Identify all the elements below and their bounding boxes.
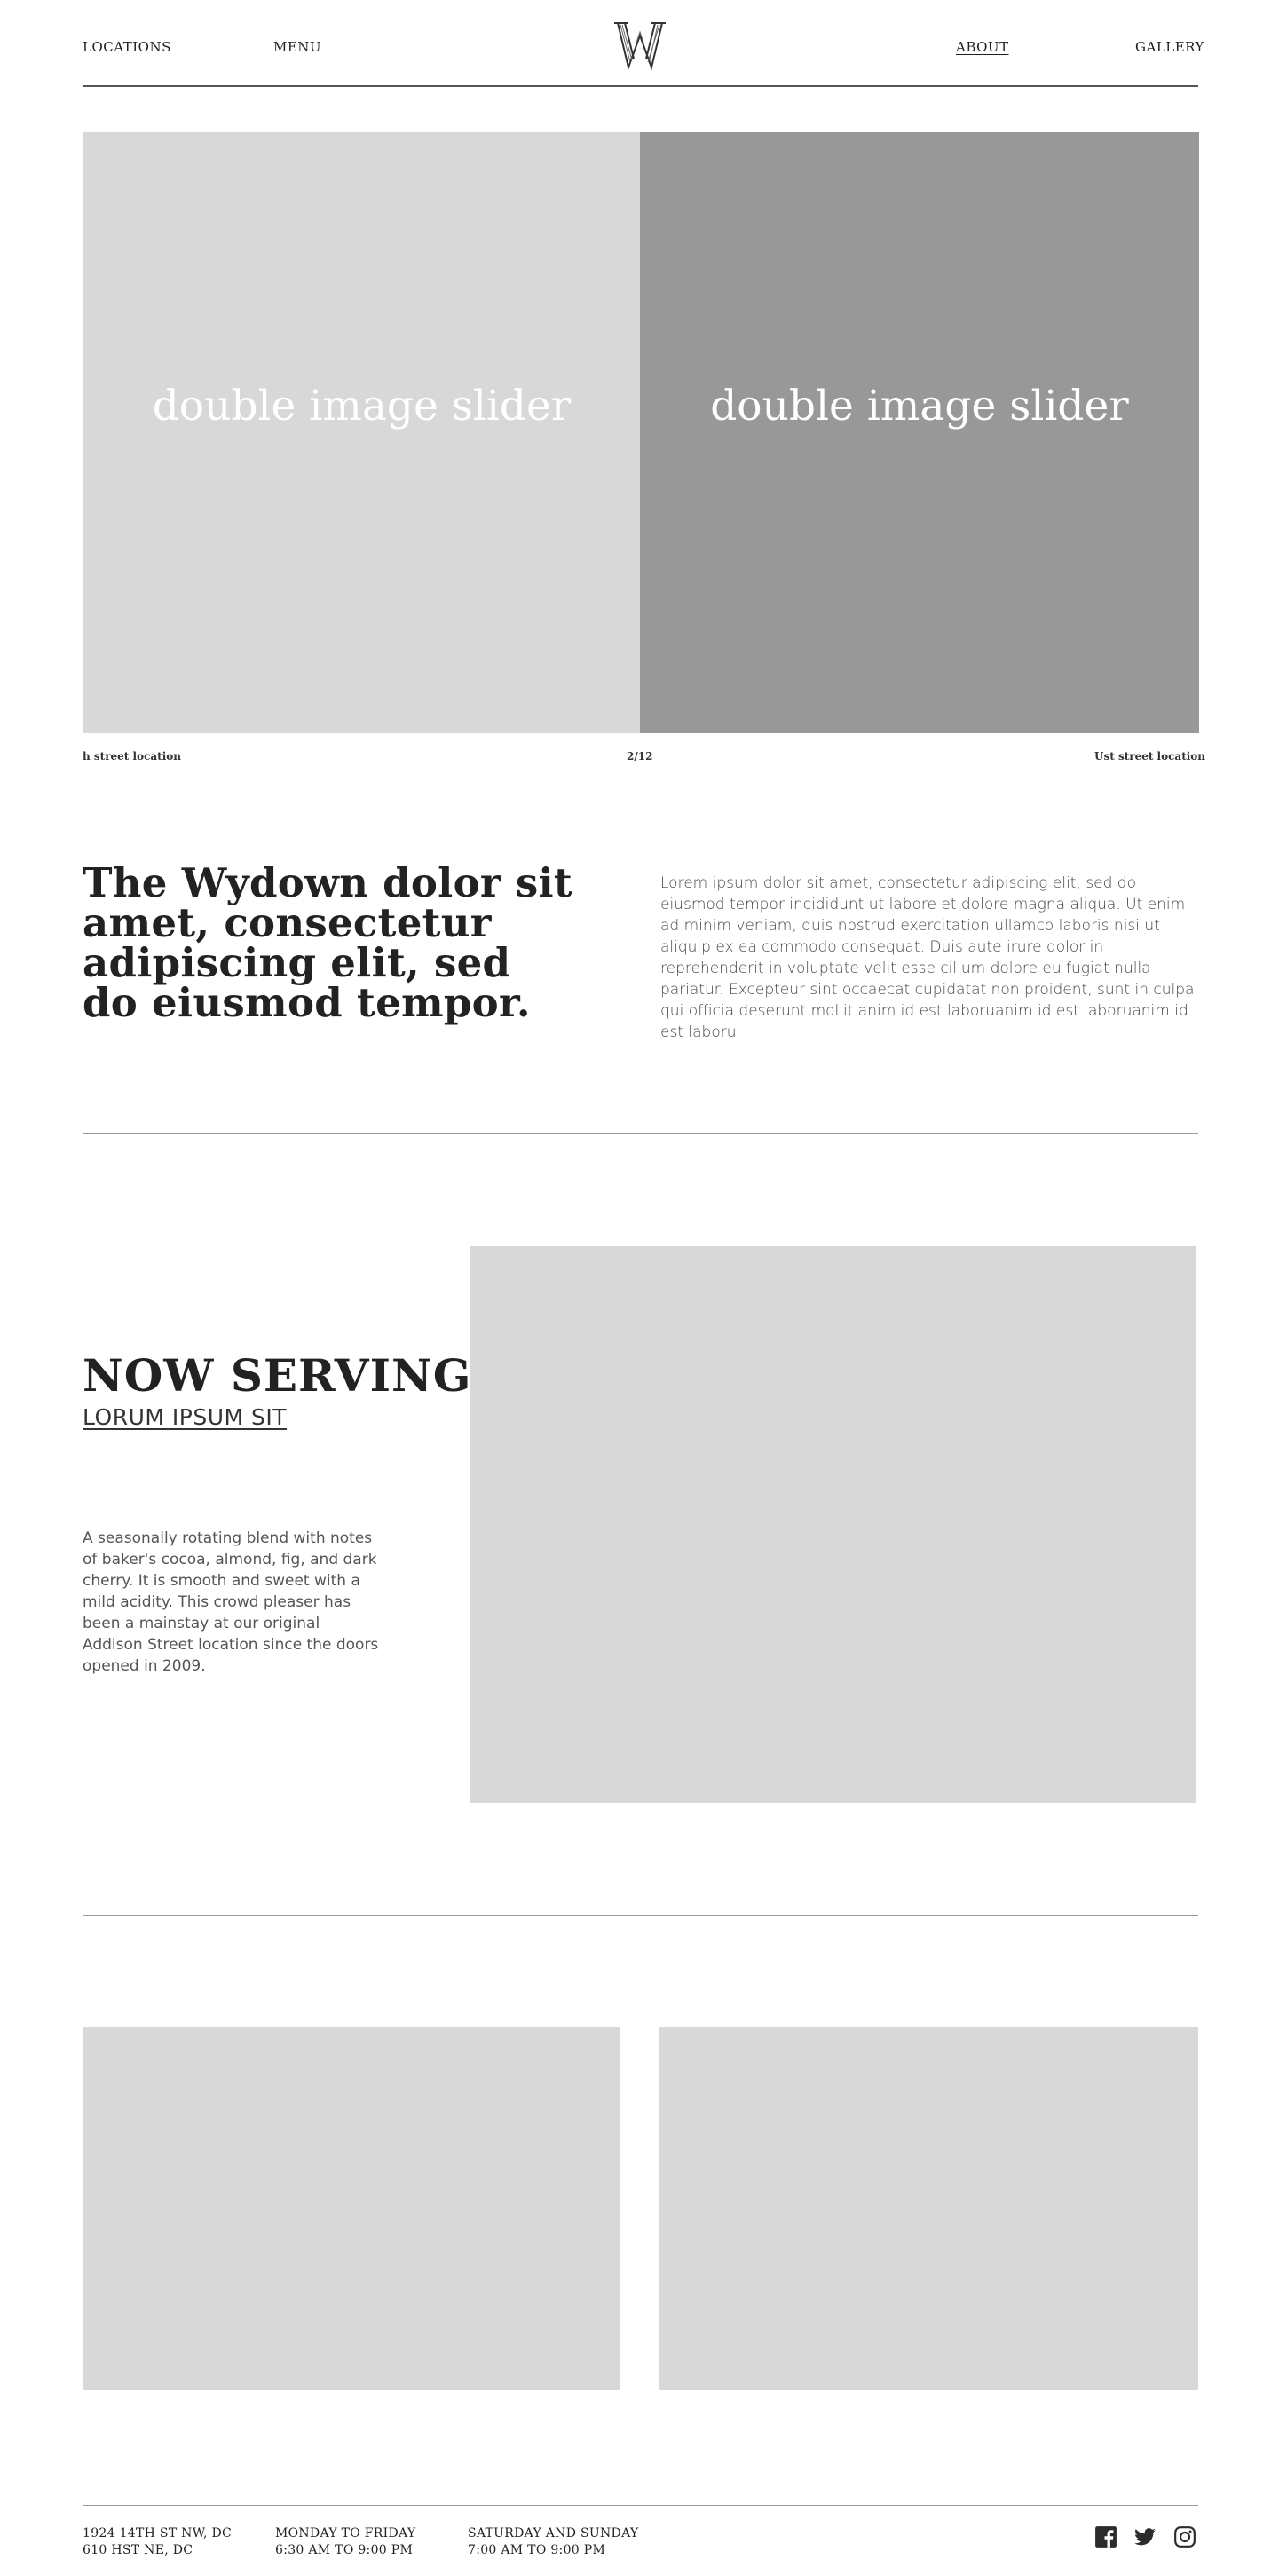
intro-heading: The Wydown dolor sit amet, consectetur a… xyxy=(83,859,572,1026)
nav-locations[interactable]: LOCATIONS xyxy=(83,39,171,55)
slider-counter: 2/12 xyxy=(627,750,653,763)
section-divider xyxy=(83,1133,1198,1134)
footer-addresses: 1924 14TH ST NW, DC 610 HST NE, DC xyxy=(83,2525,232,2559)
hours-time: 7:00 AM TO 9:00 PM xyxy=(468,2543,606,2557)
hours-days: MONDAY TO FRIDAY xyxy=(275,2526,416,2540)
w-logo-icon xyxy=(614,22,666,71)
slider-caption-left: h street location xyxy=(83,750,181,763)
gallery-image-left xyxy=(83,2027,620,2390)
now-serving-subtitle-link[interactable]: LORUM IPSUM SIT xyxy=(83,1404,287,1430)
header-divider xyxy=(83,85,1198,87)
hours-days: SATURDAY AND SUNDAY xyxy=(468,2526,639,2540)
now-serving-title: NOW SERVING xyxy=(83,1349,472,1402)
slider-image-right[interactable]: double image slider xyxy=(640,132,1199,733)
gallery-image-right xyxy=(659,2027,1198,2390)
footer-divider xyxy=(83,2505,1198,2506)
slide-label: double image slider xyxy=(152,382,572,431)
instagram-icon[interactable] xyxy=(1173,2525,1196,2548)
section-divider xyxy=(83,1915,1198,1916)
slider-caption-right: Ust street location xyxy=(1094,750,1206,763)
nav-menu[interactable]: MENU xyxy=(273,39,321,55)
address-line: 610 HST NE, DC xyxy=(83,2543,193,2557)
hours-time: 6:30 AM TO 9:00 PM xyxy=(275,2543,414,2557)
intro-body: Lorem ipsum dolor sit amet, consectetur … xyxy=(660,874,1195,1041)
twitter-icon[interactable] xyxy=(1133,2525,1157,2548)
facebook-icon[interactable] xyxy=(1094,2525,1117,2548)
nav-gallery[interactable]: GALLERY xyxy=(1135,39,1204,55)
address-line: 1924 14TH ST NW, DC xyxy=(83,2526,232,2540)
footer-weekend-hours: SATURDAY AND SUNDAY 7:00 AM TO 9:00 PM xyxy=(468,2525,638,2559)
slider-image-left[interactable]: double image slider xyxy=(83,132,640,733)
slide-label: double image slider xyxy=(710,382,1129,431)
nav-about[interactable]: ABOUT xyxy=(956,39,1009,55)
wydown-logo[interactable] xyxy=(611,20,669,71)
footer-weekday-hours: MONDAY TO FRIDAY 6:30 AM TO 9:00 PM xyxy=(275,2525,415,2559)
now-serving-image xyxy=(470,1246,1196,1803)
now-serving-description: A seasonally rotating blend with notes o… xyxy=(83,1529,379,1675)
